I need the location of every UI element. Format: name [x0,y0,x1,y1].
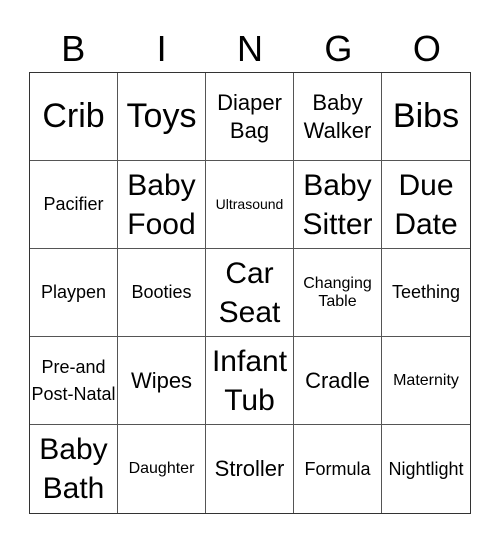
bingo-cell[interactable]: Crib [30,73,118,161]
bingo-cell[interactable]: Cradle [294,337,382,425]
bingo-cell[interactable]: Maternity [382,337,470,425]
bingo-card: Crib Toys Diaper Bag Baby Walker Bibs Pa… [29,72,471,514]
bingo-cell[interactable]: Formula [294,425,382,513]
bingo-cell[interactable]: Changing Table [294,249,382,337]
header-letter-g: G [324,28,353,69]
bingo-cell[interactable]: Pre-and Post-Natal [30,337,118,425]
bingo-cell[interactable]: Ultrasound [206,161,294,249]
bingo-cell[interactable]: Car Seat [206,249,294,337]
bingo-cell[interactable]: Due Date [382,161,470,249]
bingo-cell[interactable]: Baby Bath [30,425,118,513]
bingo-cell[interactable]: Pacifier [30,161,118,249]
bingo-cell[interactable]: Booties [118,249,206,337]
bingo-cell[interactable]: Wipes [118,337,206,425]
header-letter-n: N [237,28,264,69]
bingo-cell[interactable]: Baby Sitter [294,161,382,249]
bingo-cell[interactable]: Bibs [382,73,470,161]
bingo-cell[interactable]: Nightlight [382,425,470,513]
header-letter-i: I [156,28,167,69]
bingo-header: B I N G O [29,26,471,72]
bingo-cell[interactable]: Baby Walker [294,73,382,161]
header-letter-o: O [412,28,441,69]
bingo-cell[interactable]: Daughter [118,425,206,513]
bingo-cell[interactable]: Baby Food [118,161,206,249]
bingo-cell[interactable]: Playpen [30,249,118,337]
bingo-cell[interactable]: Stroller [206,425,294,513]
bingo-cell[interactable]: Diaper Bag [206,73,294,161]
header-letter-b: B [61,28,86,69]
bingo-cell[interactable]: Teething [382,249,470,337]
bingo-cell[interactable]: Toys [118,73,206,161]
bingo-cell[interactable]: Infant Tub [206,337,294,425]
